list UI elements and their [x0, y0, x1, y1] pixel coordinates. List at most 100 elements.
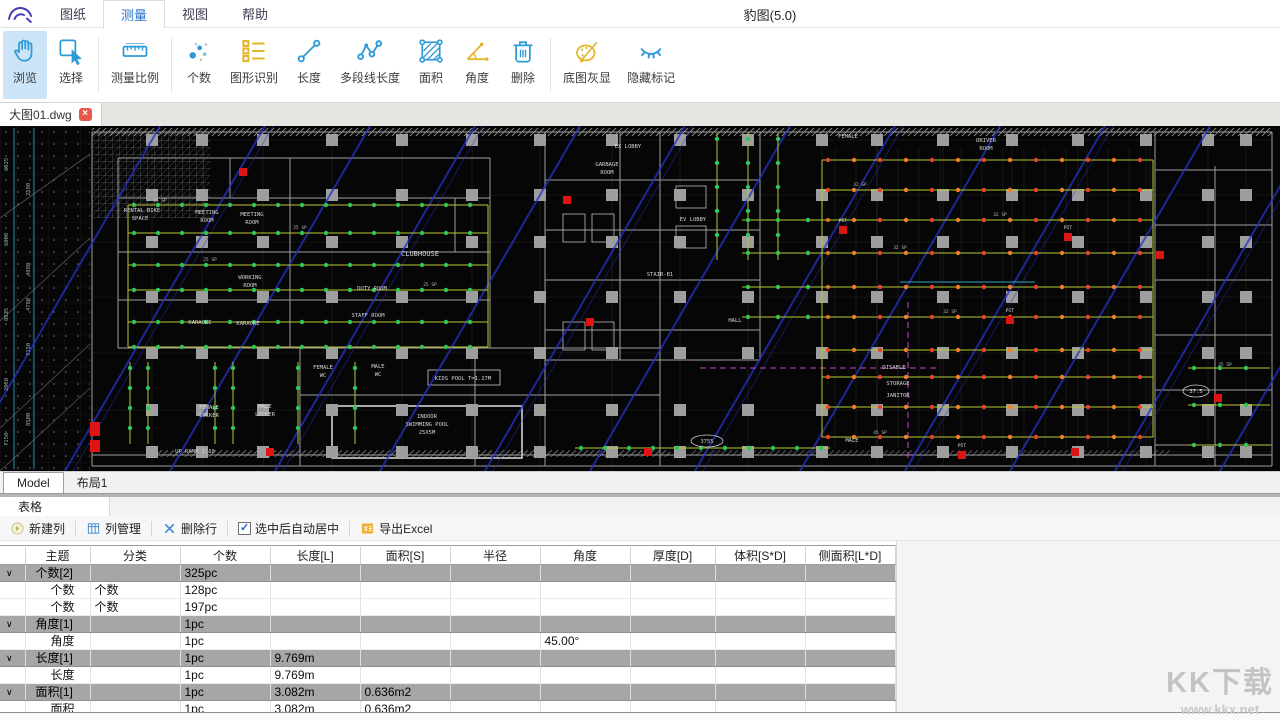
ribbon-button-length[interactable]: 长度: [287, 31, 331, 99]
ribbon-button-polyline-length[interactable]: 多段线长度: [333, 31, 407, 99]
toolbar-item-label: 列管理: [105, 520, 141, 537]
cell-subject: 个数: [25, 582, 90, 599]
svg-text:ROOM: ROOM: [200, 218, 214, 224]
table-row[interactable]: 角度1pc45.00°: [0, 633, 895, 650]
svg-text:25X5M: 25X5M: [419, 430, 436, 436]
cell-angle: [540, 582, 630, 599]
svg-text:ROOM: ROOM: [243, 283, 257, 289]
ribbon-button-angle[interactable]: 角度: [455, 31, 499, 99]
ribbon-button-hide-marks[interactable]: 隐藏标记: [620, 31, 682, 99]
svg-text:STAFF ROOM: STAFF ROOM: [351, 313, 385, 319]
row-indent: [0, 667, 25, 684]
column-header-category[interactable]: 分类: [90, 546, 180, 565]
toolbar-item-auto-center-selected[interactable]: ✓选中后自动居中: [238, 520, 339, 537]
sheet-tab-layout1[interactable]: 布局1: [64, 472, 121, 493]
toolbar-item-column-manager[interactable]: 列管理: [86, 520, 141, 537]
svg-text:PIT: PIT: [1064, 225, 1072, 231]
cell-radius: [450, 616, 540, 633]
sheet-tab-model[interactable]: Model: [3, 472, 64, 493]
ribbon-button-select[interactable]: 选择: [49, 31, 93, 99]
cell-subject: 个数[2]: [25, 565, 90, 582]
close-icon[interactable]: ×: [79, 108, 92, 121]
toolbar-separator: [550, 38, 551, 92]
table-row[interactable]: 长度1pc9.769m: [0, 667, 895, 684]
cell-side_area: [805, 565, 895, 582]
column-header-side_area[interactable]: 侧面积[L*D]: [805, 546, 895, 565]
window-bottom-edge: [0, 712, 1280, 720]
cell-angle: [540, 616, 630, 633]
collapse-chevron-icon[interactable]: ∨: [0, 565, 25, 582]
area-hatch-icon: [416, 36, 446, 66]
ribbon-button-label: 角度: [465, 69, 489, 86]
ribbon-button-delete[interactable]: 删除: [501, 31, 545, 99]
collapse-chevron-icon[interactable]: ∨: [0, 650, 25, 667]
cell-subject: 角度[1]: [25, 616, 90, 633]
table-row[interactable]: ∨长度[1]1pc9.769m: [0, 650, 895, 667]
auto-center-selected-checkbox[interactable]: ✓: [238, 522, 251, 535]
column-header-angle[interactable]: 角度: [540, 546, 630, 565]
column-header-volume[interactable]: 体积[S*D]: [715, 546, 805, 565]
cell-radius: [450, 667, 540, 684]
column-header-area[interactable]: 面积[S]: [360, 546, 450, 565]
drawing-canvas[interactable]: MEETINGROOMMEETINGROOMRENTAL BIKESPACECL…: [0, 126, 1280, 471]
row-indent: [0, 582, 25, 599]
table-row[interactable]: 个数个数197pc: [0, 599, 895, 616]
column-header-length[interactable]: 长度[L]: [270, 546, 360, 565]
ribbon-button-browse[interactable]: 浏览: [3, 31, 47, 99]
app-logo-icon: [7, 3, 33, 25]
toolbar-separator: [98, 38, 99, 92]
toolbar-item-new-column[interactable]: 新建列: [10, 520, 65, 537]
menu-tab-measure[interactable]: 测量: [103, 0, 165, 28]
collapse-chevron-icon[interactable]: ∨: [0, 616, 25, 633]
svg-text:DISABLE: DISABLE: [882, 365, 905, 371]
svg-text:25 SP: 25 SP: [1218, 362, 1232, 368]
column-header-count[interactable]: 个数: [180, 546, 270, 565]
document-tab[interactable]: 大图01.dwg ×: [0, 103, 102, 126]
cell-area: [360, 633, 450, 650]
svg-text:LOCKER: LOCKER: [255, 412, 276, 418]
toolbar-separator: [227, 521, 228, 536]
cell-side_area: [805, 650, 895, 667]
document-tab-bar: 大图01.dwg ×: [0, 103, 1280, 126]
ribbon-button-area[interactable]: 面积: [409, 31, 453, 99]
select-icon: [56, 36, 86, 66]
ribbon-button-measure-scale[interactable]: 测量比例: [104, 31, 166, 99]
svg-text:MEETING: MEETING: [195, 210, 218, 216]
svg-text:SPACE: SPACE: [132, 216, 149, 222]
ribbon-toolbar: 浏览选择测量比例个数图形识别长度多段线长度面积 角度 删除 底图灰显隐藏标记: [0, 28, 1280, 103]
ribbon-button-label: 删除: [511, 69, 535, 86]
cell-thickness: [630, 616, 715, 633]
svg-text:WC: WC: [320, 373, 327, 379]
svg-text:UP RAMP 1:10: UP RAMP 1:10: [175, 449, 215, 455]
table-row[interactable]: ∨面积[1]1pc3.082m0.636m2: [0, 684, 895, 701]
svg-text:KARAOKE: KARAOKE: [188, 320, 211, 326]
svg-text:25 SP: 25 SP: [423, 282, 437, 288]
ribbon-button-shape-recognition[interactable]: 图形识别: [223, 31, 285, 99]
menu-tab-help[interactable]: 帮助: [225, 0, 285, 28]
menu-tab-drawings[interactable]: 图纸: [43, 0, 103, 28]
table-row[interactable]: ∨角度[1]1pc: [0, 616, 895, 633]
table-row[interactable]: 个数个数128pc: [0, 582, 895, 599]
menu-tab-view[interactable]: 视图: [165, 0, 225, 28]
column-header-radius[interactable]: 半径: [450, 546, 540, 565]
delete-x-icon: [162, 521, 177, 536]
ribbon-button-count[interactable]: 个数: [177, 31, 221, 99]
cell-subject: 个数: [25, 599, 90, 616]
collapse-chevron-icon[interactable]: ∨: [0, 684, 25, 701]
svg-text:EX LOBBY: EX LOBBY: [615, 144, 642, 150]
svg-text:FEMALE: FEMALE: [313, 365, 333, 371]
svg-text:3150: 3150: [26, 343, 32, 356]
ribbon-button-label: 面积: [419, 69, 443, 86]
ribbon-button-label: 底图灰显: [563, 69, 611, 86]
column-header-subject[interactable]: 主题: [25, 546, 90, 565]
toolbar-item-export-excel[interactable]: 导出Excel: [360, 520, 432, 537]
watermark: KK下载 www.kkx.net: [1166, 659, 1274, 717]
ribbon-button-dim-base-map[interactable]: 底图灰显: [556, 31, 618, 99]
toolbar-item-delete-row[interactable]: 删除行: [162, 520, 217, 537]
column-header-thickness[interactable]: 厚度[D]: [630, 546, 715, 565]
table-row[interactable]: ∨个数[2]325pc: [0, 565, 895, 582]
table-panel-tab[interactable]: 表格: [0, 497, 110, 516]
closed-eye-icon: [636, 36, 666, 66]
svg-text:2050: 2050: [4, 378, 10, 391]
cell-radius: [450, 633, 540, 650]
